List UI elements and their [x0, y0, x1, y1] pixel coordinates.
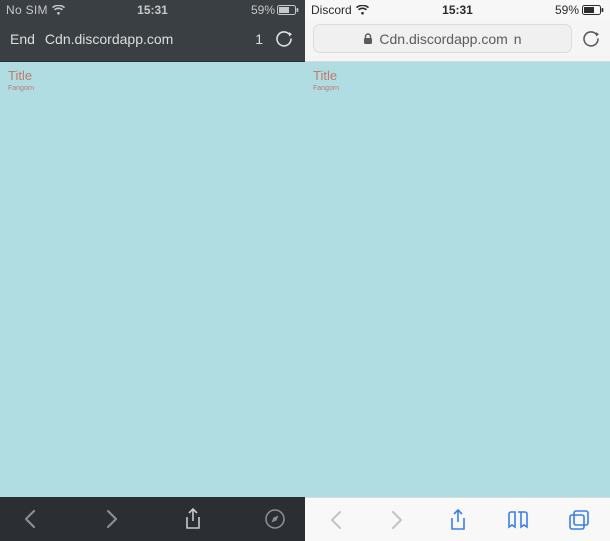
battery-text: 59% [555, 3, 579, 17]
forward-icon[interactable] [100, 507, 124, 531]
wifi-icon [356, 5, 369, 15]
dark-pane: No SIM 15:31 59% End Cdn.discordapp.com … [0, 0, 305, 541]
status-bar-dark: No SIM 15:31 59% [0, 0, 305, 20]
address-prefix: End [10, 31, 35, 47]
clock-label: 15:31 [137, 3, 168, 17]
page-subtext: Fangorn [313, 85, 602, 92]
toolbar-dark [0, 497, 305, 541]
address-tail: n [514, 31, 522, 47]
light-pane: Discord 15:31 59% Cdn.discordapp.com n T… [305, 0, 610, 541]
lock-icon [363, 33, 373, 45]
carrier-label: No SIM [6, 3, 48, 17]
battery-text: 59% [251, 3, 275, 17]
status-bar-light: Discord 15:31 59% [305, 0, 610, 20]
page-body-dark: Title Fangorn [0, 62, 305, 497]
clock-label: 15:31 [442, 3, 473, 17]
address-url: Cdn.discordapp.com [379, 31, 507, 47]
page-subtext: Fangorn [8, 85, 297, 92]
address-pill[interactable]: Cdn.discordapp.com n [313, 24, 572, 53]
tabs-icon[interactable] [566, 507, 592, 533]
address-tail: 1 [255, 31, 263, 47]
address-bar-dark[interactable]: End Cdn.discordapp.com 1 [0, 20, 305, 62]
back-icon[interactable] [323, 507, 349, 533]
back-icon[interactable] [18, 507, 42, 531]
battery-icon [582, 5, 604, 15]
page-title: Title [313, 68, 602, 83]
page-title: Title [8, 68, 297, 83]
wifi-icon [52, 5, 65, 15]
reload-icon[interactable] [580, 28, 602, 50]
address-bar-light: Cdn.discordapp.com n [305, 20, 610, 62]
battery-icon [277, 5, 299, 15]
forward-icon[interactable] [384, 507, 410, 533]
toolbar-light [305, 497, 610, 541]
compass-icon[interactable] [263, 507, 287, 531]
page-body-light: Title Fangorn [305, 62, 610, 497]
share-icon[interactable] [445, 507, 471, 533]
reload-icon[interactable] [273, 28, 295, 50]
address-url: Cdn.discordapp.com [45, 31, 245, 47]
share-icon[interactable] [181, 507, 205, 531]
carrier-label: Discord [311, 3, 352, 17]
bookmarks-icon[interactable] [505, 507, 531, 533]
